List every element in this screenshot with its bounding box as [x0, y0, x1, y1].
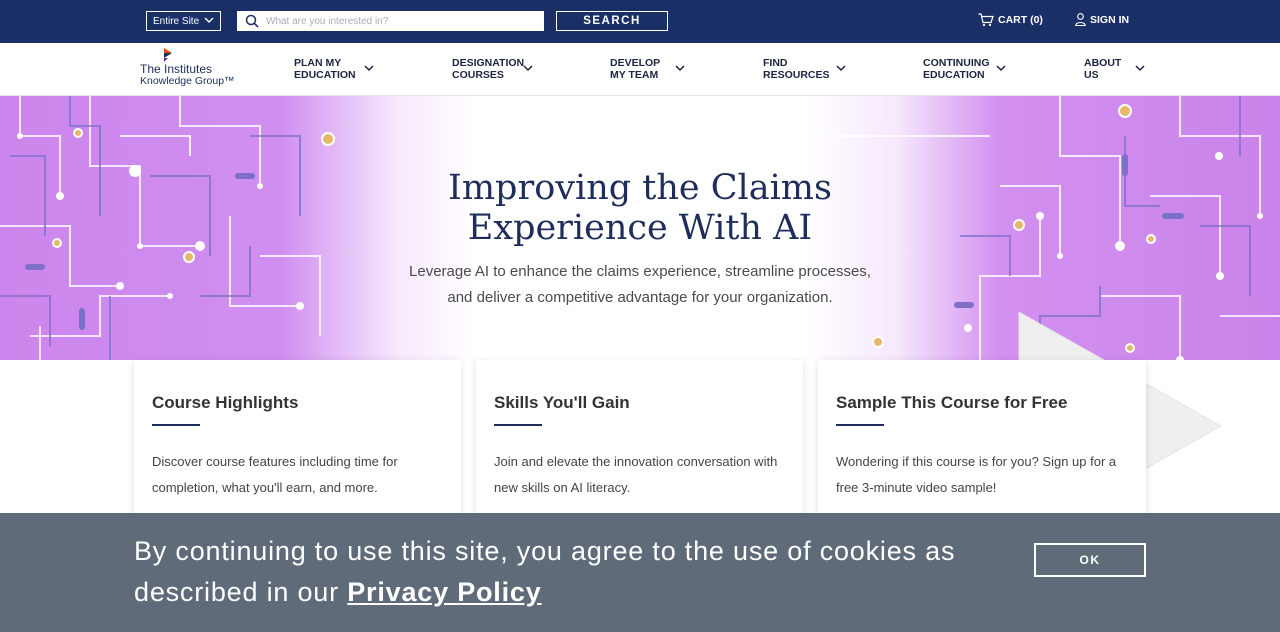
card-body-line-2: free 3-minute video sample!: [836, 480, 997, 495]
card-body-line-2: new skills on AI literacy.: [494, 480, 631, 495]
nav-find-resources[interactable]: FIND RESOURCES: [763, 57, 846, 81]
search-box: [237, 11, 544, 31]
search-input[interactable]: [266, 15, 536, 27]
nav-label-line1: ABOUT: [1084, 57, 1122, 69]
nav-plan-my-education[interactable]: PLAN MY EDUCATION: [294, 57, 374, 81]
cookie-message: By continuing to use this site, you agre…: [134, 531, 954, 613]
card-title: Sample This Course for Free: [836, 393, 1068, 412]
card-divider: [152, 424, 200, 426]
cart-icon: [978, 13, 994, 27]
logo-line-2: Knowledge Group™: [140, 75, 235, 87]
card-title: Course Highlights: [152, 393, 299, 412]
chevron-down-icon: [364, 65, 374, 72]
search-button[interactable]: SEARCH: [556, 11, 668, 31]
chevron-down-icon: [675, 65, 685, 72]
hero-title-line-2: Experience With AI: [467, 208, 813, 248]
card-sample-course[interactable]: Sample This Course for Free Wondering if…: [818, 360, 1146, 520]
card-body: Join and elevate the innovation conversa…: [494, 449, 794, 501]
nav-label-line2: US: [1084, 69, 1099, 81]
card-body-line-1: Discover course features including time …: [152, 454, 398, 469]
card-body: Discover course features including time …: [152, 449, 452, 501]
card-skills-youll-gain[interactable]: Skills You'll Gain Join and elevate the …: [476, 360, 803, 520]
cart-link[interactable]: CART (0): [978, 13, 1043, 27]
privacy-policy-link[interactable]: Privacy Policy: [347, 577, 541, 607]
cookie-message-line-2: described in our Privacy Policy: [134, 572, 954, 613]
cart-label: CART (0): [998, 14, 1043, 26]
nav-label-line1: FIND: [763, 57, 788, 69]
nav-label-line2: COURSES: [452, 69, 504, 81]
nav-label-line1: PLAN MY: [294, 57, 342, 69]
nav-designation-courses[interactable]: DESIGNATION COURSES: [452, 57, 533, 81]
nav-label-line2: RESOURCES: [763, 69, 830, 81]
chevron-down-icon: [523, 65, 533, 72]
hero-subtitle: Leverage AI to enhance the claims experi…: [390, 259, 890, 311]
main-navigation: The Institutes Knowledge Group™ PLAN MY …: [0, 43, 1280, 96]
nav-label-line1: CONTINUING: [923, 57, 990, 69]
chevron-down-icon: [836, 65, 846, 72]
logo-mark-icon: [164, 48, 172, 62]
sign-in-label: SIGN IN: [1090, 13, 1130, 26]
card-body-line-1: Join and elevate the innovation conversa…: [494, 454, 778, 469]
nav-label-line2: EDUCATION: [923, 69, 985, 81]
card-body-line-1: Wondering if this course is for you? Sig…: [836, 454, 1117, 469]
cookie-consent-banner: By continuing to use this site, you agre…: [0, 513, 1280, 632]
hero-subtitle-line-1: Leverage AI to enhance the claims experi…: [409, 263, 871, 280]
search-scope-select[interactable]: Entire Site: [146, 11, 221, 31]
logo-line-1: The Institutes: [140, 62, 213, 76]
top-utility-bar: Entire Site SEARCH CART (0) SIGN IN: [0, 0, 1280, 43]
chevron-down-icon: [204, 17, 214, 23]
cookie-message-line-1: By continuing to use this site, you agre…: [134, 536, 956, 566]
search-icon[interactable]: [245, 14, 259, 28]
card-course-highlights[interactable]: Course Highlights Discover course featur…: [134, 360, 461, 520]
card-body-line-2: completion, what you'll earn, and more.: [152, 480, 378, 495]
card-body: Wondering if this course is for you? Sig…: [836, 449, 1136, 501]
chevron-down-icon: [996, 65, 1006, 72]
site-logo[interactable]: The Institutes Knowledge Group™: [140, 48, 240, 92]
cookie-ok-button[interactable]: OK: [1034, 543, 1146, 577]
sign-in-link[interactable]: SIGN IN: [1075, 13, 1129, 26]
nav-develop-my-team[interactable]: DEVELOP MY TEAM: [610, 57, 686, 81]
card-divider: [836, 424, 884, 426]
hero-title-line-1: Improving the Claims: [448, 168, 832, 208]
card-divider: [494, 424, 542, 426]
nav-continuing-education[interactable]: CONTINUING EDUCATION: [923, 57, 1006, 81]
nav-about-us[interactable]: ABOUT US: [1084, 57, 1160, 81]
hero-subtitle-line-2: and deliver a competitive advantage for …: [447, 289, 833, 306]
user-icon: [1075, 13, 1086, 26]
search-scope-label: Entire Site: [153, 15, 200, 27]
nav-label-line1: DESIGNATION: [452, 57, 525, 69]
chevron-down-icon: [1135, 65, 1145, 72]
cookie-message-prefix: described in our: [134, 577, 348, 607]
nav-label-line2: EDUCATION: [294, 69, 356, 81]
hero-title: Improving the Claims Experience With AI: [390, 168, 890, 248]
card-title: Skills You'll Gain: [494, 393, 630, 412]
